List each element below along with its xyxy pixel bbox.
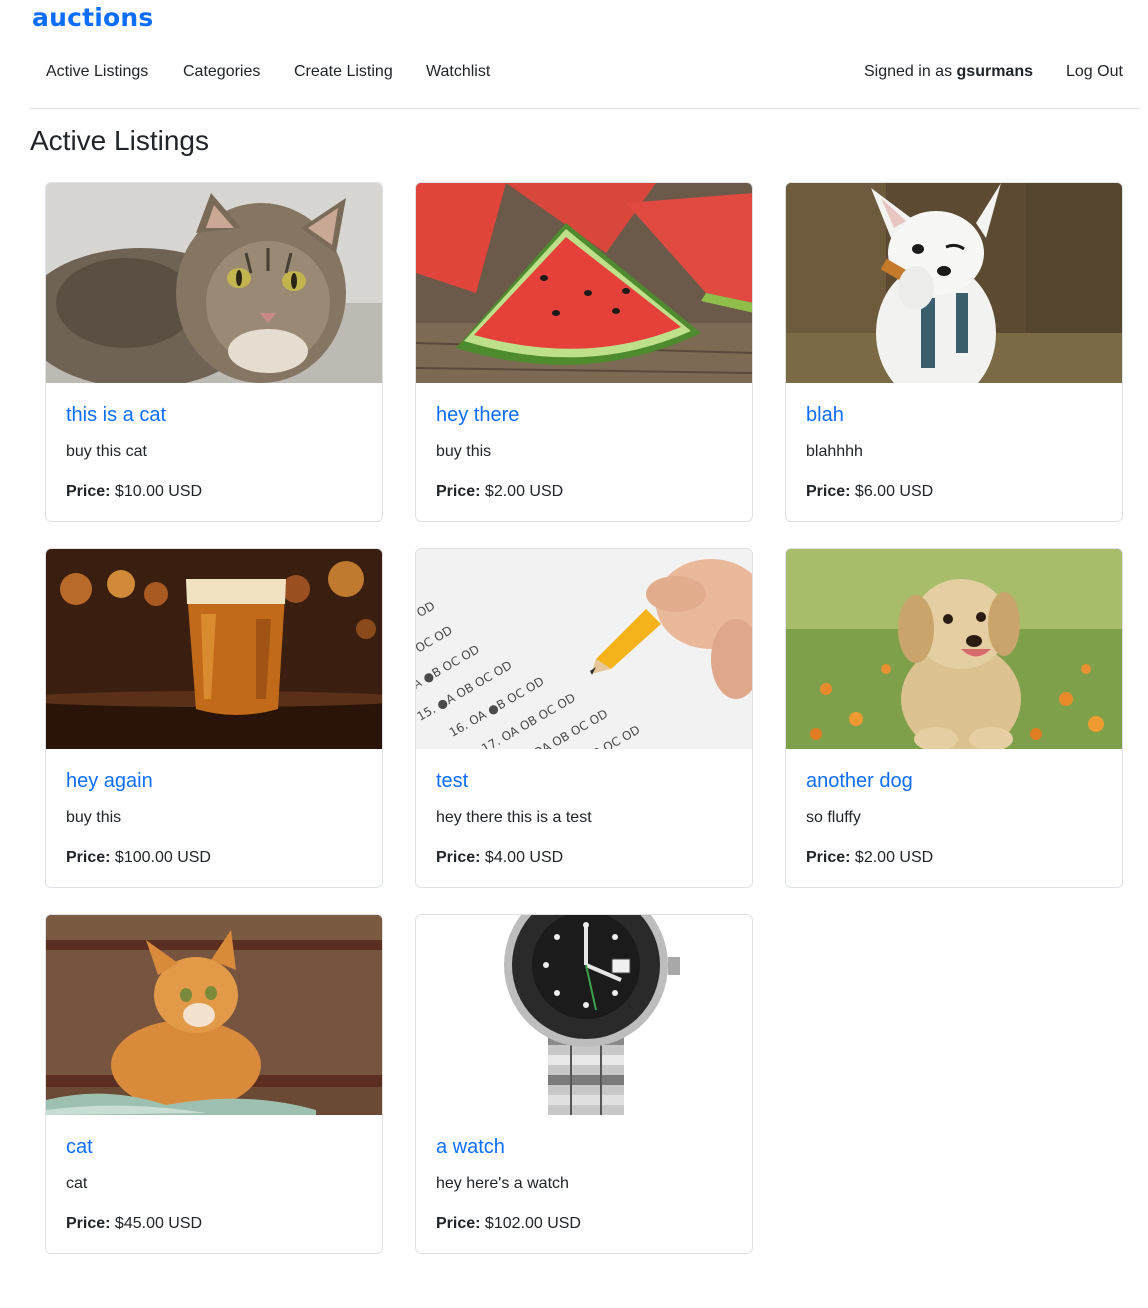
orange-cat-photo — [46, 915, 382, 1115]
listing-title[interactable]: another dog — [806, 768, 913, 794]
signed-in-status: Signed in as gsurmans — [864, 54, 1033, 90]
listing-title[interactable]: this is a cat — [66, 402, 166, 428]
listing-description: cat — [66, 1175, 88, 1192]
white-chihuahua-photo — [786, 183, 1122, 383]
listing-price: Price: $100.00 USD — [66, 847, 211, 869]
price-label: Price: — [436, 1215, 481, 1232]
listing-title[interactable]: blah — [806, 402, 844, 428]
username: gsurmans — [956, 63, 1033, 80]
listing-price: Price: $2.00 USD — [436, 481, 563, 503]
listing-card: blah blahhhh Price: $6.00 USD — [785, 182, 1123, 522]
navbar: Active Listings Categories Create Listin… — [30, 54, 1140, 109]
listing-price: Price: $45.00 USD — [66, 1213, 202, 1235]
listing-description: buy this — [66, 809, 122, 826]
listing-price: Price: $2.00 USD — [806, 847, 933, 869]
nav-watchlist[interactable]: Watchlist — [426, 54, 490, 90]
price-label: Price: — [66, 849, 111, 866]
nav-create-listing[interactable]: Create Listing — [294, 54, 393, 90]
nav-categories[interactable]: Categories — [183, 54, 260, 90]
signed-in-label: Signed in as — [864, 63, 953, 80]
listing-title[interactable]: test — [436, 768, 468, 794]
listing-price: Price: $102.00 USD — [436, 1213, 581, 1235]
listing-card: another dog so fluffy Price: $2.00 USD — [785, 548, 1123, 888]
listing-price: Price: $4.00 USD — [436, 847, 563, 869]
price-label: Price: — [806, 849, 851, 866]
price-value: $45.00 USD — [114, 1215, 203, 1232]
listing-title[interactable]: hey again — [66, 768, 153, 794]
price-label: Price: — [66, 483, 111, 500]
listing-description: hey there this is a test — [436, 809, 592, 826]
wristwatch-photo — [416, 915, 752, 1115]
listing-description: buy this — [436, 443, 492, 460]
price-value: $2.00 USD — [854, 849, 934, 866]
answer-sheet-pencil-photo: OC OD OA OB OC OD 14. OA ●B OC OD 15. ●A… — [416, 549, 752, 749]
listing-card: OC OD OA OB OC OD 14. OA ●B OC OD 15. ●A… — [415, 548, 753, 888]
price-label: Price: — [436, 849, 481, 866]
price-label: Price: — [66, 1215, 111, 1232]
listing-title[interactable]: hey there — [436, 402, 519, 428]
nav-logout[interactable]: Log Out — [1066, 54, 1123, 90]
listing-description: so fluffy — [806, 809, 861, 826]
listing-card: a watch hey here's a watch Price: $102.0… — [415, 914, 753, 1254]
golden-puppy-photo — [786, 549, 1122, 749]
listing-price: Price: $6.00 USD — [806, 481, 933, 503]
listing-title[interactable]: a watch — [436, 1134, 505, 1160]
beer-glass-photo — [46, 549, 382, 749]
listing-card: this is a cat buy this cat Price: $10.00… — [45, 182, 383, 522]
listing-title[interactable]: cat — [66, 1134, 93, 1160]
listing-card: cat cat Price: $45.00 USD — [45, 914, 383, 1254]
listing-card: hey there buy this Price: $2.00 USD — [415, 182, 753, 522]
listing-description: blahhhh — [806, 443, 863, 460]
price-value: $100.00 USD — [114, 849, 211, 866]
price-value: $102.00 USD — [484, 1215, 581, 1232]
listing-description: buy this cat — [66, 443, 147, 460]
brand-logo[interactable]: auctions — [32, 0, 153, 36]
price-value: $2.00 USD — [484, 483, 564, 500]
price-value: $10.00 USD — [114, 483, 203, 500]
nav-active-listings[interactable]: Active Listings — [46, 54, 148, 90]
price-label: Price: — [806, 483, 851, 500]
tabby-cat-photo — [46, 183, 382, 383]
listing-card: hey again buy this Price: $100.00 USD — [45, 548, 383, 888]
price-value: $4.00 USD — [484, 849, 564, 866]
listing-price: Price: $10.00 USD — [66, 481, 202, 503]
watermelon-photo — [416, 183, 752, 383]
price-label: Price: — [436, 483, 481, 500]
listing-description: hey here's a watch — [436, 1175, 569, 1192]
page-title: Active Listings — [30, 125, 209, 156]
price-value: $6.00 USD — [854, 483, 934, 500]
